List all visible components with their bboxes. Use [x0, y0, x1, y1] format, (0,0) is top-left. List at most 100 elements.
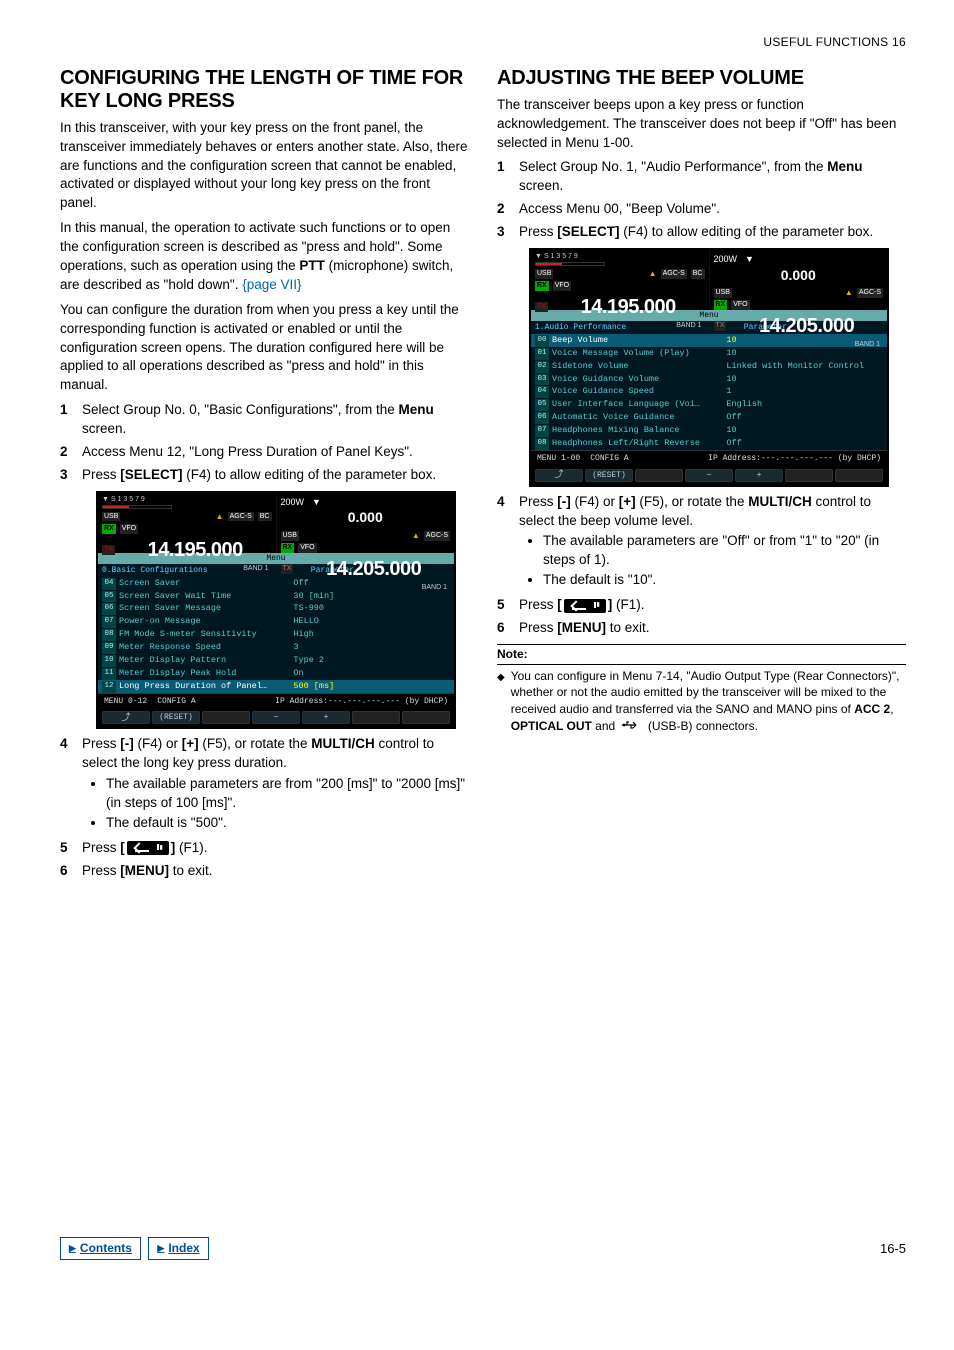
- fn-blank: [835, 469, 883, 482]
- agc-tag-r: AGC-S: [857, 288, 883, 298]
- index-button[interactable]: Index: [148, 1237, 208, 1260]
- band: BAND 1: [535, 321, 705, 331]
- subfreq: 0.000: [281, 508, 451, 528]
- menu-row: 09Meter Response Speed3: [98, 642, 454, 655]
- rx-tag: RX: [102, 524, 116, 534]
- left-column: CONFIGURING THE LENGTH OF TIME FOR KEY L…: [60, 67, 469, 887]
- step-num: 2: [60, 443, 82, 462]
- fn-minus: −: [252, 711, 300, 724]
- fn-blank: [352, 711, 400, 724]
- screenshot-right: ▼S 1 3 5 7 9 USB ▲ AGC-S BC RX VFO: [529, 248, 889, 487]
- note-title: Note:: [497, 644, 906, 665]
- step-num: 5: [497, 596, 519, 615]
- text: ,: [890, 702, 893, 716]
- band-r: BAND 1: [281, 583, 451, 593]
- usb-connector-icon: [621, 718, 643, 735]
- text: Press: [519, 620, 557, 635]
- menu-key: [MENU]: [120, 863, 169, 878]
- text: (F1).: [612, 597, 644, 612]
- right-para-1: The transceiver beeps upon a key press o…: [497, 96, 906, 153]
- text: (F5), or rotate the: [636, 494, 749, 509]
- bot-config: CONFIG A: [157, 696, 195, 707]
- step-1-right: Select Group No. 1, "Audio Performance",…: [519, 158, 906, 196]
- menu-key: [MENU]: [557, 620, 606, 635]
- step-6-right: Press [MENU] to exit.: [519, 619, 906, 638]
- plus-key: [+]: [182, 736, 199, 751]
- menu-row: 03Voice Guidance Volume10: [531, 373, 887, 386]
- power: 200W: [714, 253, 738, 266]
- step-4-left: Press [-] (F4) or [+] (F5), or rotate th…: [82, 735, 469, 834]
- bot-ip: IP Address:---.---.---.--- (by DHCP): [275, 696, 448, 707]
- diamond-icon: [497, 668, 505, 736]
- step-6-left: Press [MENU] to exit.: [82, 862, 469, 881]
- step-num: 2: [497, 200, 519, 219]
- text: Press: [519, 597, 557, 612]
- step-num: 5: [60, 839, 82, 858]
- text: screen.: [82, 421, 126, 436]
- bracket: [: [557, 597, 562, 612]
- text: Select Group No. 0, "Basic Configuration…: [82, 402, 398, 417]
- text: and: [592, 719, 619, 733]
- tx-tag: TX: [535, 302, 548, 312]
- menu-row: 05User Interface Language (Voi…English: [531, 399, 887, 412]
- step-num: 6: [497, 619, 519, 638]
- step-num: 3: [60, 466, 82, 485]
- step-num: 4: [497, 493, 519, 592]
- text: You can configure in Menu 7-14, "Audio O…: [511, 669, 900, 717]
- contents-button[interactable]: Contents: [60, 1237, 141, 1260]
- freq-right: 14.205.000: [730, 312, 883, 340]
- step-num: 1: [497, 158, 519, 196]
- step-3-right: Press [SELECT] (F4) to allow editing of …: [519, 223, 906, 242]
- bullet: The available parameters are from "200 […: [106, 775, 469, 813]
- right-column: ADJUSTING THE BEEP VOLUME The transceive…: [497, 67, 906, 887]
- minus-key: [-]: [557, 494, 571, 509]
- menu-row: 07Headphones Mixing Balance10: [531, 425, 887, 438]
- bullet: The available parameters are "Off" or fr…: [543, 532, 906, 570]
- page-vii-link[interactable]: {page VII}: [242, 277, 301, 292]
- menu-row: 08FM Mode S-meter SensitivityHigh: [98, 629, 454, 642]
- text: (F4) or: [571, 494, 619, 509]
- fn-return: [535, 469, 583, 482]
- menu-bold: Menu: [398, 402, 433, 417]
- rx-tag-r: RX: [281, 543, 295, 553]
- plus-key: [+]: [619, 494, 636, 509]
- section-title-left: CONFIGURING THE LENGTH OF TIME FOR KEY L…: [60, 67, 469, 113]
- select-key: [SELECT]: [120, 467, 182, 482]
- text: (USB-B) connectors.: [645, 719, 758, 733]
- text: Press: [519, 224, 557, 239]
- page-number: 16-5: [880, 1240, 906, 1258]
- minus-key: [-]: [120, 736, 134, 751]
- text: Press: [82, 840, 120, 855]
- vfo-tag: VFO: [120, 524, 138, 534]
- text: to exit.: [606, 620, 650, 635]
- return-icon: ▮: [127, 841, 169, 855]
- step-num: 3: [497, 223, 519, 242]
- freq-left: 14.195.000: [552, 293, 705, 321]
- text: (F4) to allow editing of the parameter b…: [183, 467, 437, 482]
- vfo-tag: VFO: [553, 281, 571, 291]
- fn-blank: [402, 711, 450, 724]
- note-box: Note: You can configure in Menu 7-14, "A…: [497, 644, 906, 735]
- text: (F1).: [175, 840, 207, 855]
- bracket: [: [120, 840, 125, 855]
- freq-left: 14.195.000: [119, 536, 272, 564]
- note-text: You can configure in Menu 7-14, "Audio O…: [511, 668, 906, 736]
- tx-tag-r: TX: [281, 564, 294, 574]
- step-num: 1: [60, 401, 82, 439]
- agc-tag: AGC-S: [228, 512, 254, 522]
- menu-bold: Menu: [827, 159, 862, 174]
- usb-tag-r: USB: [714, 288, 732, 298]
- fn-minus: −: [685, 469, 733, 482]
- vfo-tag-r: VFO: [731, 300, 749, 310]
- step-num: 4: [60, 735, 82, 834]
- bot-ip: IP Address:---.---.---.--- (by DHCP): [708, 453, 881, 464]
- usb-tag: USB: [102, 512, 120, 522]
- select-key: [SELECT]: [557, 224, 619, 239]
- bc-tag: BC: [691, 269, 705, 279]
- fn-blank: [202, 711, 250, 724]
- bullet: The default is "10".: [543, 571, 906, 590]
- bot-menu: MENU 0-12: [104, 696, 147, 707]
- optical-out: OPTICAL OUT: [511, 719, 592, 733]
- left-para-2: In this manual, the operation to activat…: [60, 219, 469, 295]
- band-r: BAND 1: [714, 340, 884, 350]
